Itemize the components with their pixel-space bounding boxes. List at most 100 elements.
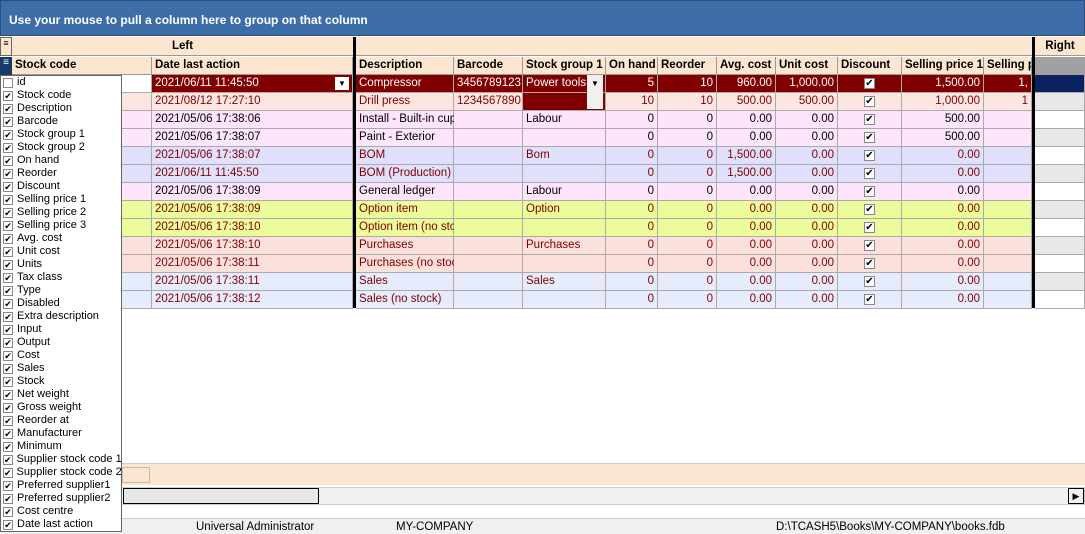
row-9-avg-cost[interactable]: 0.00	[717, 237, 776, 255]
row-right-cell[interactable]	[1035, 147, 1085, 165]
column-chooser-item[interactable]: ✔ Selling price 3	[1, 219, 121, 232]
row-6-discount[interactable]: ✔	[838, 183, 902, 201]
row-1-description[interactable]: Drill press	[356, 93, 454, 111]
row-4-description[interactable]: BOM	[356, 147, 454, 165]
row-right-cell[interactable]	[1035, 291, 1085, 309]
dropdown-arrow-icon[interactable]: ▼	[335, 77, 349, 90]
discount-checkbox[interactable]: ✔	[864, 258, 875, 269]
checkbox[interactable]: ✔	[3, 220, 13, 231]
column-chooser-item[interactable]: ✔ Type	[1, 284, 121, 297]
row-5-reorder[interactable]: 0	[658, 165, 717, 183]
row-7-description[interactable]: Option item	[356, 201, 454, 219]
column-chooser-item[interactable]: ✔ On hand	[1, 154, 121, 167]
checkbox[interactable]: ✔	[3, 493, 13, 504]
discount-checkbox[interactable]: ✔	[864, 186, 875, 197]
row-6-stock-group-1[interactable]: Labour	[523, 183, 606, 201]
row-9-date-last-action[interactable]: 2021/05/06 17:38:10	[152, 237, 353, 255]
column-chooser-item[interactable]: ✔ Supplier stock code 1	[1, 453, 122, 466]
checkbox[interactable]: ✔	[3, 415, 13, 426]
checkbox[interactable]: ✔	[3, 233, 13, 244]
row-1-discount[interactable]: ✔	[838, 93, 902, 111]
column-chooser-item[interactable]: ✔ Extra description	[1, 310, 121, 323]
checkbox[interactable]: ✔	[3, 155, 13, 166]
row-9-stock-group-1[interactable]: Purchases	[523, 237, 606, 255]
column-chooser-item[interactable]: ✔ Manufacturer	[1, 427, 121, 440]
row-12-date-last-action[interactable]: 2021/05/06 17:38:12	[152, 291, 353, 309]
row-2-selling-price-1[interactable]: 500.00	[902, 111, 984, 129]
row-1-date-last-action[interactable]: 2021/08/12 17:27:10	[152, 93, 353, 111]
row-10-date-last-action[interactable]: 2021/05/06 17:38:11	[152, 255, 353, 273]
discount-checkbox[interactable]: ✔	[864, 204, 875, 215]
row-right-cell[interactable]	[1035, 219, 1085, 237]
column-chooser-item[interactable]: ✔ Units	[1, 258, 121, 271]
row-3-reorder[interactable]: 0	[658, 129, 717, 147]
checkbox[interactable]: ✔	[3, 259, 13, 270]
checkbox[interactable]: ✔	[3, 402, 13, 413]
row-10-reorder[interactable]: 0	[658, 255, 717, 273]
row-1-reorder[interactable]: 10	[658, 93, 717, 111]
row-3-stock-group-1[interactable]	[523, 129, 606, 147]
checkbox[interactable]: ✔	[3, 168, 13, 179]
column-chooser-item[interactable]: ✔ Sales	[1, 362, 121, 375]
col-header-avg-cost[interactable]: Avg. cost	[717, 57, 776, 75]
row-2-selling-price-2[interactable]	[984, 111, 1032, 129]
checkbox[interactable]: ✔	[3, 272, 13, 283]
row-8-on-hand[interactable]: 0	[606, 219, 658, 237]
row-0-description[interactable]: Compressor	[356, 75, 454, 93]
col-header-discount[interactable]: Discount	[838, 57, 902, 75]
row-7-barcode[interactable]	[454, 201, 523, 219]
row-7-unit-cost[interactable]: 0.00	[776, 201, 838, 219]
row-7-selling-price-1[interactable]: 0.00	[902, 201, 984, 219]
row-7-discount[interactable]: ✔	[838, 201, 902, 219]
row-3-selling-price-2[interactable]	[984, 129, 1032, 147]
checkbox[interactable]: ✔	[3, 376, 13, 387]
row-4-reorder[interactable]: 0	[658, 147, 717, 165]
row-10-selling-price-1[interactable]: 0.00	[902, 255, 984, 273]
column-chooser-item[interactable]: ✔ Disabled	[1, 297, 121, 310]
row-8-stock-group-1[interactable]	[523, 219, 606, 237]
row-7-on-hand[interactable]: 0	[606, 201, 658, 219]
row-6-avg-cost[interactable]: 0.00	[717, 183, 776, 201]
checkbox[interactable]: ✔	[3, 181, 13, 192]
column-chooser-item[interactable]: ✔ Supplier stock code 2	[1, 466, 122, 479]
column-chooser-icon[interactable]: ≡	[0, 57, 12, 75]
row-9-selling-price-1[interactable]: 0.00	[902, 237, 984, 255]
column-chooser-item[interactable]: ✔ Gross weight	[1, 401, 121, 414]
row-right-cell[interactable]	[1035, 273, 1085, 291]
discount-checkbox[interactable]: ✔	[864, 114, 875, 125]
col-header-stock-group-1[interactable]: Stock group 1	[523, 57, 606, 75]
checkbox[interactable]: ✔	[3, 129, 13, 140]
row-11-stock-group-1[interactable]: Sales	[523, 273, 606, 291]
checkbox[interactable]: ✔	[3, 389, 13, 400]
checkbox[interactable]: ✔	[3, 90, 13, 101]
row-2-unit-cost[interactable]: 0.00	[776, 111, 838, 129]
row-0-stock-group-1[interactable]: Power tools ▼	[523, 75, 606, 109]
row-right-cell[interactable]	[1035, 165, 1085, 183]
column-chooser-item[interactable]: ✔ Cost centre	[1, 505, 121, 518]
row-12-discount[interactable]: ✔	[838, 291, 902, 309]
column-chooser-item[interactable]: ✔ Reorder at	[1, 414, 121, 427]
row-right-cell[interactable]	[1035, 129, 1085, 147]
row-6-date-last-action[interactable]: 2021/05/06 17:38:09	[152, 183, 353, 201]
discount-checkbox[interactable]: ✔	[864, 78, 875, 89]
row-12-unit-cost[interactable]: 0.00	[776, 291, 838, 309]
row-11-description[interactable]: Sales	[356, 273, 454, 291]
row-4-stock-group-1[interactable]: Bom	[523, 147, 606, 165]
row-4-date-last-action[interactable]: 2021/05/06 17:38:07	[152, 147, 353, 165]
row-12-barcode[interactable]	[454, 291, 523, 309]
checkbox[interactable]: ✔	[3, 246, 13, 257]
row-5-stock-group-1[interactable]	[523, 165, 606, 183]
column-chooser-item[interactable]: ✔ Description	[1, 102, 121, 115]
col-header-date-last-action[interactable]: Date last action	[152, 57, 353, 75]
checkbox[interactable]: ✔	[3, 207, 13, 218]
row-5-selling-price-2[interactable]	[984, 165, 1032, 183]
row-9-discount[interactable]: ✔	[838, 237, 902, 255]
row-1-selling-price-1[interactable]: 1,000.00	[902, 93, 984, 111]
row-8-unit-cost[interactable]: 0.00	[776, 219, 838, 237]
row-10-barcode[interactable]	[454, 255, 523, 273]
discount-checkbox[interactable]: ✔	[864, 240, 875, 251]
row-12-reorder[interactable]: 0	[658, 291, 717, 309]
row-3-barcode[interactable]	[454, 129, 523, 147]
row-right-cell[interactable]	[1035, 237, 1085, 255]
row-10-discount[interactable]: ✔	[838, 255, 902, 273]
